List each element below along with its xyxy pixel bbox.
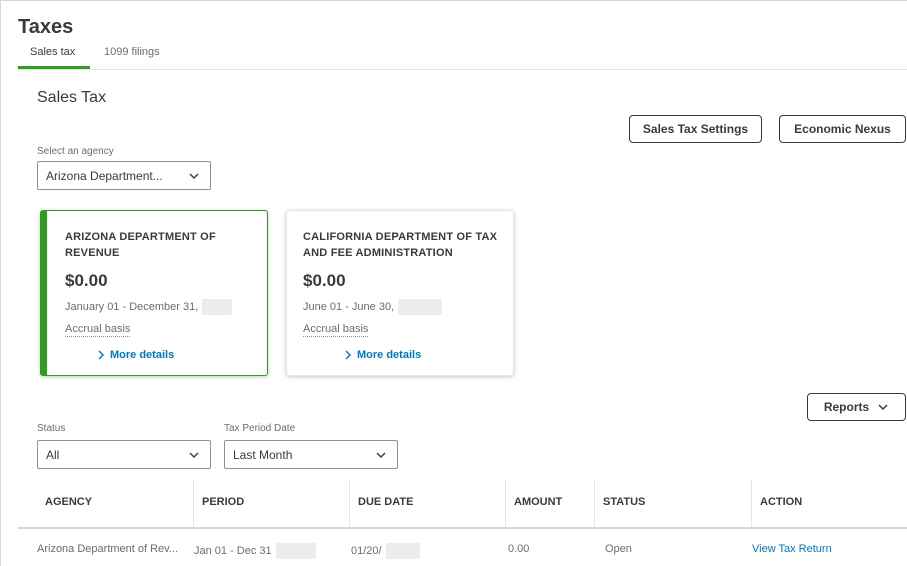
agency-card-california[interactable]: CALIFORNIA DEPARTMENT OF TAX AND FEE ADM… (286, 210, 514, 376)
cell-amount: 0.00 (508, 543, 530, 555)
more-details-link[interactable]: More details (97, 349, 174, 361)
card-basis: Accrual basis (65, 323, 131, 337)
column-divider (349, 480, 350, 527)
column-header-status[interactable]: STATUS (603, 496, 645, 508)
chevron-down-icon (189, 173, 199, 179)
chevron-right-icon (345, 350, 351, 360)
section-title: Sales Tax (37, 89, 107, 106)
status-filter-label: Status (37, 423, 66, 434)
cell-period: Jan 01 - Dec 31 (194, 543, 316, 559)
column-header-period[interactable]: PERIOD (202, 496, 244, 508)
table-header-divider (18, 527, 907, 529)
column-divider (193, 480, 194, 527)
view-tax-return-link[interactable]: View Tax Return (752, 543, 832, 555)
card-dates-text: June 01 - June 30, (303, 301, 395, 313)
redacted-year (202, 299, 233, 315)
sales-tax-settings-button[interactable]: Sales Tax Settings (629, 115, 762, 143)
agency-select-label: Select an agency (37, 146, 114, 157)
agency-select[interactable]: Arizona Department... (37, 161, 211, 190)
column-divider (505, 480, 506, 527)
card-title: CALIFORNIA DEPARTMENT OF TAX AND FEE ADM… (303, 231, 498, 259)
agency-select-value: Arizona Department... (46, 168, 163, 183)
chevron-down-icon (189, 452, 199, 458)
column-header-action: ACTION (760, 496, 803, 508)
column-header-agency[interactable]: AGENCY (45, 496, 92, 508)
card-amount: $0.00 (65, 271, 108, 290)
cell-status: Open (605, 543, 632, 555)
period-filter-value: Last Month (233, 447, 293, 462)
tab-sales-tax[interactable]: Sales tax (30, 46, 75, 58)
page-title: Taxes (18, 16, 74, 38)
cell-period-text: Jan 01 - Dec 31 (194, 545, 272, 557)
cell-due-date: 01/20/ (351, 543, 420, 559)
card-basis: Accrual basis (303, 323, 369, 337)
chevron-down-icon (376, 452, 386, 458)
tax-period-date-select[interactable]: Last Month (224, 440, 398, 469)
card-title: ARIZONA DEPARTMENT OF REVENUE (65, 231, 216, 259)
cell-due-date-text: 01/20/ (351, 545, 382, 557)
redacted-year (398, 299, 443, 315)
more-details-label: More details (110, 349, 175, 361)
column-header-due-date[interactable]: DUE DATE (358, 496, 413, 508)
chevron-down-icon (878, 404, 888, 411)
more-details-link[interactable]: More details (344, 349, 421, 361)
reports-button[interactable]: Reports (807, 393, 906, 421)
cell-agency: Arizona Department of Rev... (37, 543, 179, 555)
card-dates-text: January 01 - December 31, (65, 301, 199, 313)
status-filter-select[interactable]: All (37, 440, 211, 469)
card-dates: January 01 - December 31, (65, 299, 233, 315)
status-filter-value: All (46, 447, 60, 462)
tab-1099-filings[interactable]: 1099 filings (104, 46, 160, 58)
period-filter-label: Tax Period Date (224, 423, 296, 434)
column-divider (594, 480, 595, 527)
agency-card-arizona[interactable]: ARIZONA DEPARTMENT OF REVENUE $0.00 Janu… (40, 210, 268, 376)
column-header-amount[interactable]: AMOUNT (514, 496, 562, 508)
more-details-label: More details (357, 349, 422, 361)
redacted-year (275, 543, 316, 559)
column-divider (751, 480, 752, 527)
redacted-year (385, 543, 420, 559)
reports-label: Reports (823, 400, 870, 414)
economic-nexus-button[interactable]: Economic Nexus (779, 115, 906, 143)
card-dates: June 01 - June 30, (303, 299, 443, 315)
card-amount: $0.00 (303, 271, 346, 290)
tabs-divider (18, 69, 907, 70)
chevron-right-icon (98, 350, 104, 360)
